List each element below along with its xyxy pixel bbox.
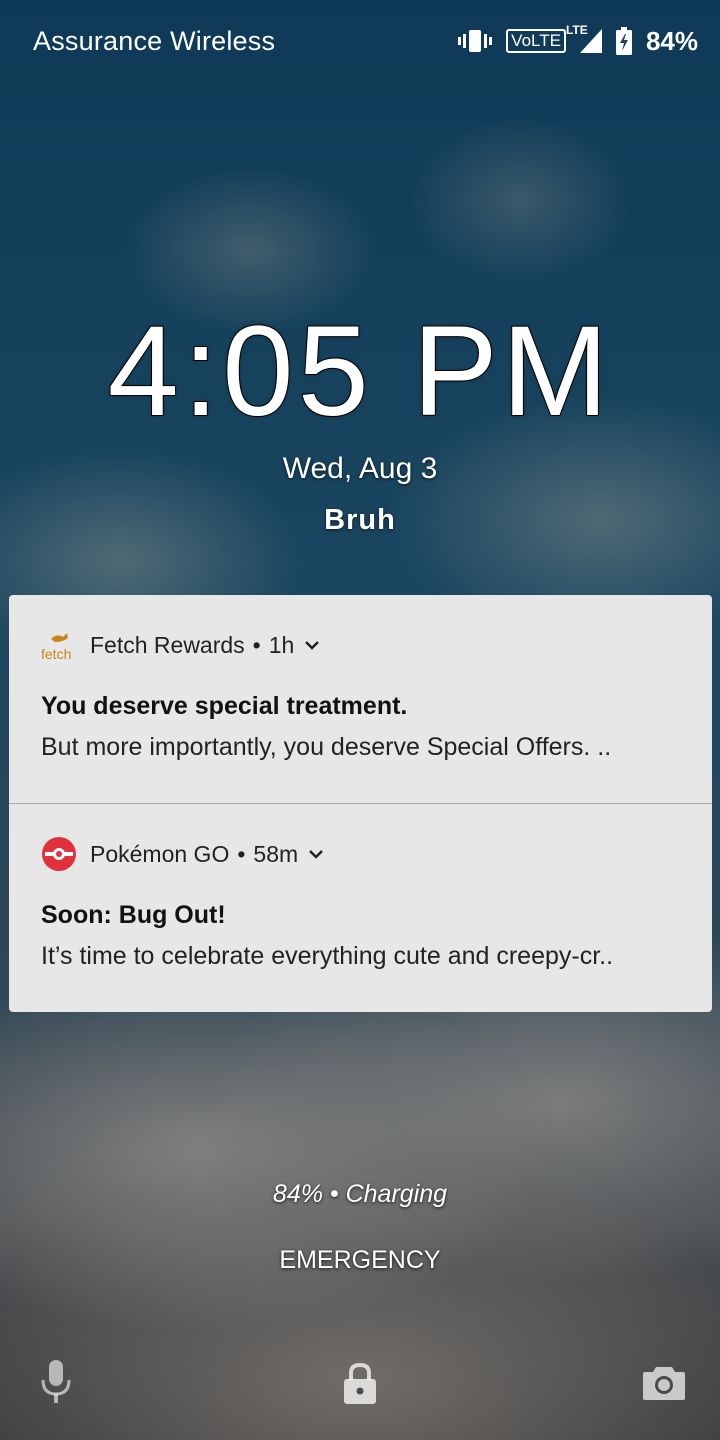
notification-app-name: Pokémon GO [90,840,230,867]
charging-status: 84% • Charging [272,1180,448,1208]
notification-fetch-rewards[interactable]: fetch Fetch Rewards • 1h You deserve spe… [9,595,712,803]
notification-header: fetch Fetch Rewards • 1h [41,595,680,695]
microphone-icon[interactable] [40,1360,72,1409]
emergency-button[interactable]: EMERGENCY [0,1246,720,1275]
notification-title: You deserve special treatment. [41,692,408,720]
carrier-name: Assurance Wireless [33,25,276,56]
battery-charging-icon [615,27,632,55]
chevron-down-icon[interactable] [308,848,324,860]
volte-label: VoLTE [506,29,566,53]
fetch-rewards-icon: fetch [41,627,77,663]
status-bar: Assurance Wireless VoLTE LTE 84% [0,0,720,82]
notification-app-name: Fetch Rewards [90,631,245,658]
lock-icon[interactable] [343,1362,377,1409]
separator-dot: • [252,631,261,658]
owner-info: Bruh [324,504,396,536]
lock-clock: 4:05 PM [107,299,613,444]
pokeball-icon [41,836,77,872]
notification-time: 58m [253,840,299,867]
notification-time: 1h [268,631,295,658]
notification-title: Soon: Bug Out! [41,901,226,929]
camera-icon[interactable] [643,1364,685,1405]
status-icons: VoLTE LTE 84% [458,23,698,57]
separator-dot: • [237,840,246,867]
chevron-down-icon[interactable] [304,639,320,651]
notification-stack: fetch Fetch Rewards • 1h You deserve spe… [9,595,712,1012]
notification-body: It’s time to celebrate everything cute a… [41,942,614,970]
lte-label: LTE [565,23,588,37]
notification-pokemon-go[interactable]: Pokémon GO • 58m Soon: Bug Out! It’s tim… [9,803,712,1012]
volte-icon: VoLTE [506,29,566,53]
vibrate-icon [458,28,493,54]
lock-date: Wed, Aug 3 [282,452,438,485]
lte-signal-icon: LTE [566,23,602,53]
notification-body: But more importantly, you deserve Specia… [41,733,612,761]
notification-header: Pokémon GO • 58m [41,804,680,904]
fetch-icon-text: fetch [41,646,71,661]
battery-percent: 84% [645,25,698,56]
